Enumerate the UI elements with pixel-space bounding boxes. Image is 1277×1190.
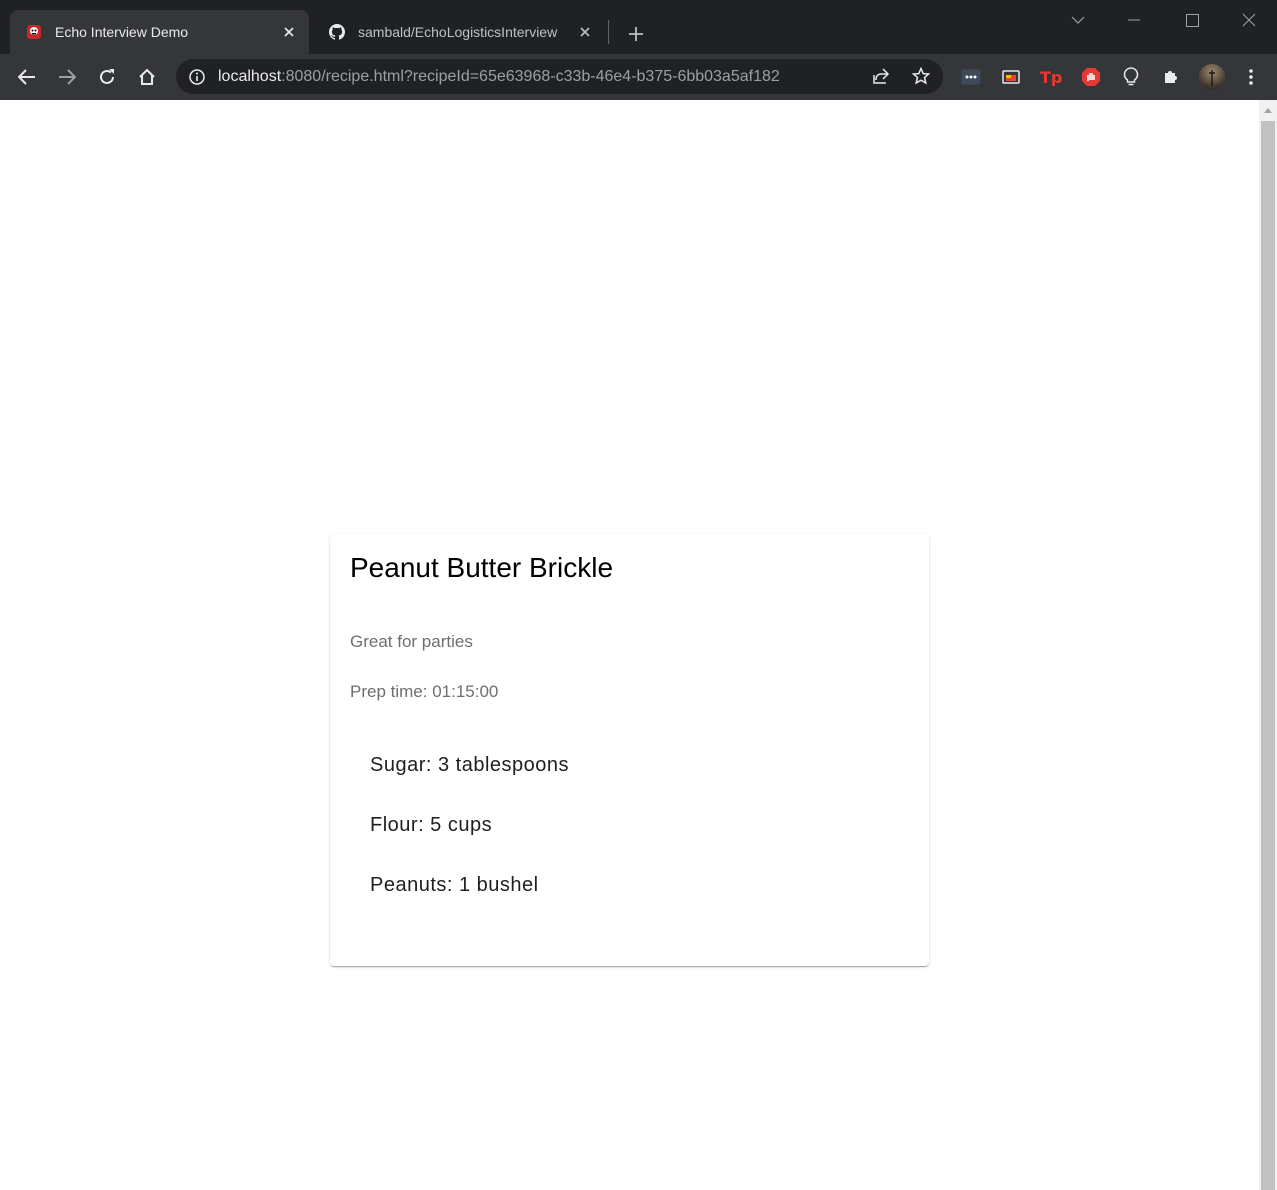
tab-echo-interview-demo[interactable]: Echo Interview Demo: [10, 10, 309, 54]
maximize-button[interactable]: [1170, 0, 1214, 40]
extension-adblock-button[interactable]: [1075, 61, 1107, 93]
page-viewport: Peanut Butter Brickle Great for parties …: [0, 100, 1259, 1190]
profile-avatar[interactable]: [1196, 61, 1228, 93]
lightbulb-icon: [1123, 67, 1139, 86]
minimize-button[interactable]: [1112, 0, 1156, 40]
recipe-prep-time: Prep time: 01:15:00: [350, 682, 499, 701]
ellipsis-box-icon: [961, 69, 981, 85]
arrow-right-icon: [59, 69, 76, 85]
close-window-button[interactable]: [1227, 0, 1271, 40]
info-icon[interactable]: [188, 68, 206, 86]
browser-toolbar: localhost:8080/recipe.html?recipeId=65e6…: [0, 54, 1277, 100]
forward-button[interactable]: [51, 61, 83, 93]
github-icon: [329, 24, 345, 40]
recipe-description: Great for parties: [350, 632, 473, 651]
back-button[interactable]: [11, 61, 43, 93]
recipe-card: Peanut Butter Brickle Great for parties …: [330, 534, 929, 966]
tab-search-button[interactable]: [1056, 0, 1100, 40]
tab-title: sambald/EchoLogisticsInterview: [358, 24, 558, 40]
address-bar[interactable]: localhost:8080/recipe.html?recipeId=65e6…: [176, 59, 943, 94]
extension-bulb-button[interactable]: [1115, 61, 1147, 93]
plus-icon: [629, 27, 643, 41]
url-text: localhost:8080/recipe.html?recipeId=65e6…: [218, 68, 780, 86]
home-button[interactable]: [131, 61, 163, 93]
close-icon[interactable]: [575, 22, 595, 42]
tp-logo-icon: Tp: [1040, 68, 1062, 86]
url-path: :8080/recipe.html?recipeId=65e63968-c33b…: [281, 67, 780, 85]
tab-strip: Echo Interview Demo sambald/EchoLogistic…: [0, 0, 1277, 54]
reload-button[interactable]: [91, 61, 123, 93]
vertical-scrollbar[interactable]: [1259, 100, 1277, 1190]
bookmark-star-icon[interactable]: [905, 60, 937, 92]
share-icon[interactable]: [865, 60, 897, 92]
svg-text:Tp: Tp: [1040, 68, 1062, 86]
ingredient-item: Peanuts: 1 bushel: [370, 874, 539, 896]
stop-hand-icon: [1082, 68, 1100, 86]
arrow-left-icon: [18, 69, 35, 85]
scroll-up-arrow-icon[interactable]: [1259, 100, 1277, 120]
home-icon: [139, 68, 155, 85]
screen-icon: [1002, 70, 1020, 84]
close-icon: [1242, 13, 1256, 27]
chrome-menu-button[interactable]: [1235, 61, 1267, 93]
extensions-button[interactable]: [1155, 61, 1187, 93]
close-icon[interactable]: [279, 22, 299, 42]
ingredient-item: Sugar: 3 tablespoons: [370, 754, 570, 776]
tab-divider: [608, 20, 609, 44]
url-host: localhost: [218, 67, 282, 85]
recipe-title: Peanut Butter Brickle: [350, 552, 614, 583]
minimize-icon: [1128, 19, 1140, 21]
ingredient-list: Sugar: 3 tablespoons Flour: 5 cups Peanu…: [370, 754, 569, 934]
puzzle-icon: [1165, 71, 1177, 83]
reload-icon: [100, 69, 114, 84]
kebab-menu-icon: [1249, 69, 1253, 85]
tab-title: Echo Interview Demo: [55, 24, 189, 40]
extension-tp-button[interactable]: Tp: [1035, 61, 1067, 93]
scrollbar-thumb[interactable]: [1261, 121, 1275, 1190]
tab-github[interactable]: sambald/EchoLogisticsInterview: [313, 10, 605, 54]
extension-cast-button[interactable]: [995, 61, 1027, 93]
chevron-down-icon: [1071, 16, 1085, 24]
ingredient-item: Flour: 5 cups: [370, 814, 493, 836]
maximize-icon: [1185, 13, 1199, 27]
avatar-icon: [1199, 64, 1225, 90]
new-tab-button[interactable]: [622, 20, 650, 48]
app-favicon-icon: [26, 24, 42, 40]
extension-dots-button[interactable]: [955, 61, 987, 93]
